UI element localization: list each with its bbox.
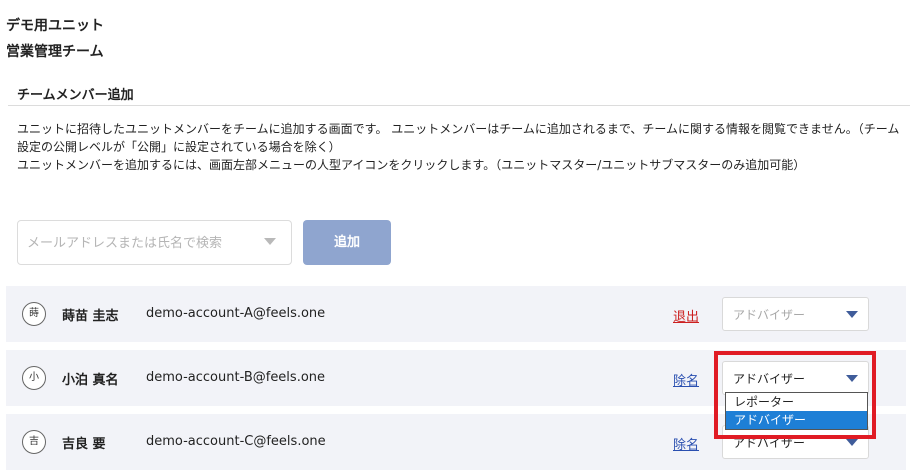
chevron-down-icon[interactable] (264, 238, 276, 245)
member-name: 吉良 要 (62, 437, 106, 452)
member-name: 蒔苗 圭志 (62, 309, 119, 324)
team-name: 営業管理チーム (6, 44, 104, 60)
chevron-down-icon (846, 311, 858, 318)
section-divider (8, 105, 910, 106)
leave-link[interactable]: 退出 (673, 306, 699, 325)
role-select: アドバイザー (722, 297, 869, 331)
avatar: 蒔 (22, 302, 46, 326)
member-email: demo-account-B@feels.one (146, 370, 326, 385)
remove-link[interactable]: 除名 (673, 434, 699, 453)
member-email: demo-account-A@feels.one (146, 306, 326, 321)
member-search-select[interactable] (17, 220, 292, 265)
member-row: 蒔 蒔苗 圭志 demo-account-A@feels.one 退出 アドバイ… (6, 286, 906, 342)
description-paragraph-2: ユニットメンバーを追加するには、画面左部メニューの人型アイコンをクリックします。… (17, 158, 806, 172)
member-name: 小泊 真名 (62, 373, 119, 388)
highlight-annotation (714, 351, 876, 439)
unit-name: デモ用ユニット (6, 18, 104, 34)
section-title: チームメンバー追加 (17, 88, 134, 103)
avatar: 小 (22, 366, 46, 390)
chevron-down-icon[interactable] (846, 439, 858, 446)
add-member-button[interactable]: 追加 (303, 220, 391, 265)
search-input[interactable] (27, 233, 247, 253)
avatar: 吉 (22, 430, 46, 454)
member-email: demo-account-C@feels.one (146, 434, 326, 449)
remove-link[interactable]: 除名 (673, 370, 699, 389)
description-paragraph-1: ユニットに招待したユニットメンバーをチームに追加する画面です。 ユニットメンバー… (17, 122, 900, 154)
role-value: アドバイザー (733, 308, 806, 322)
